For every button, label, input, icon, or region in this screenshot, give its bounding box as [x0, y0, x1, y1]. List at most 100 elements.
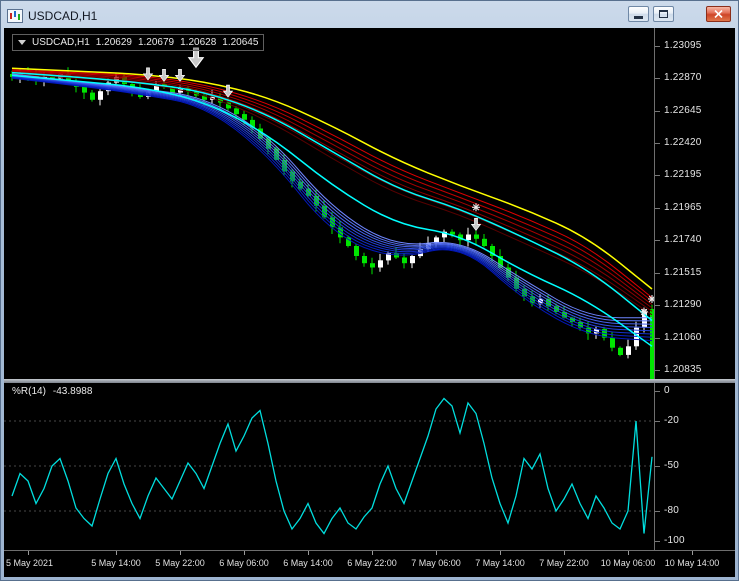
- quote-close: 1.20645: [222, 37, 259, 48]
- ohlc-quote-box[interactable]: USDCAD,H1 1.20629 1.20679 1.20628 1.2064…: [12, 34, 265, 51]
- price-scale-tick: [655, 208, 660, 209]
- time-axis-label: 7 May 06:00: [411, 558, 461, 568]
- window-title: USDCAD,H1: [28, 9, 98, 23]
- close-icon: [714, 10, 723, 18]
- time-axis-tick: [28, 551, 29, 555]
- wpr-scale-tick: [655, 391, 660, 392]
- time-axis-tick: [692, 551, 693, 555]
- wpr-indicator-value: -43.8988: [52, 386, 93, 397]
- star-marker[interactable]: [640, 307, 648, 316]
- maximize-icon: [659, 10, 668, 18]
- candle-body: [402, 257, 407, 264]
- wpr-scale-label: -50: [664, 460, 680, 471]
- quote-high: 1.20679: [137, 37, 175, 48]
- time-axis-label: 5 May 2021: [6, 558, 54, 568]
- star-marker[interactable]: [472, 203, 480, 212]
- guppy-short-blue-band-line: [11, 75, 653, 328]
- time-axis-label: 6 May 06:00: [219, 558, 269, 568]
- minimize-icon: [634, 16, 643, 19]
- maximize-button[interactable]: [653, 6, 674, 22]
- main-chart-panel[interactable]: USDCAD,H1 1.20629 1.20679 1.20628 1.2064…: [4, 28, 654, 379]
- price-scale-tick: [655, 305, 660, 306]
- guppy-long-red-band-line: [11, 72, 653, 312]
- panel-splitter[interactable]: [4, 379, 735, 383]
- candle-body: [90, 92, 95, 100]
- candle-body: [626, 346, 631, 355]
- wpr-scale-tick: [655, 421, 660, 422]
- price-scale-tick: [655, 273, 660, 274]
- candlestick-chart-icon: [7, 9, 23, 23]
- wpr-chart-canvas: [4, 397, 654, 535]
- time-axis[interactable]: 5 May 2021 5 May 14:00 5 May 22:00 6 May 06…: [4, 550, 735, 577]
- candle-body: [482, 238, 487, 246]
- price-scale-label: 1.22645: [664, 105, 702, 116]
- price-scale-label: 1.23095: [664, 40, 702, 51]
- time-axis-tick: [372, 551, 373, 555]
- candle-body: [98, 91, 103, 100]
- chart-window: USDCAD,H1 USDCAD,H1 1.20629 1.20679 1.20…: [0, 0, 739, 581]
- candle-body: [354, 246, 359, 256]
- close-button[interactable]: [706, 6, 731, 22]
- price-scale-label: 1.21740: [664, 234, 702, 245]
- quote-symbol: USDCAD,H1: [32, 37, 90, 48]
- price-scale-tick: [655, 111, 660, 112]
- price-scale-label: 1.22420: [664, 137, 702, 148]
- wpr-scale-label: 0: [664, 385, 670, 396]
- guppy-long-red-band-line: [11, 73, 653, 316]
- ema-mid-cyan-line: [11, 71, 653, 322]
- price-scale-label: 1.21290: [664, 299, 702, 310]
- price-scale-tick: [655, 143, 660, 144]
- guppy-long-red-band-line: [11, 70, 653, 302]
- guppy-long-red-band-line: [11, 71, 653, 309]
- candle-body: [378, 260, 383, 268]
- minimize-button[interactable]: [628, 6, 649, 22]
- guppy-short-blue-band-line: [11, 76, 653, 335]
- quote-open: 1.20629: [95, 37, 132, 48]
- price-scale-label: 1.21515: [664, 267, 702, 278]
- time-axis-label: 10 May 14:00: [664, 558, 720, 568]
- candle-body: [466, 234, 471, 241]
- ema-slow-yellow-line: [11, 67, 653, 290]
- time-axis-tick: [436, 551, 437, 555]
- candle-body: [370, 263, 375, 268]
- price-scale-label: 1.20835: [664, 364, 702, 375]
- chevron-down-icon: [18, 40, 26, 45]
- candle-body: [242, 114, 247, 120]
- price-scale-tick: [655, 370, 660, 371]
- price-scale-label: 1.22870: [664, 72, 702, 83]
- price-scale-tick: [655, 240, 660, 241]
- candle-body: [234, 108, 239, 115]
- time-axis-label: 10 May 06:00: [600, 558, 656, 568]
- window-controls: [615, 6, 735, 24]
- wpr-scale-label: -80: [664, 505, 680, 516]
- wpr-indicator-panel[interactable]: %R(14) -43.8988: [4, 383, 654, 550]
- guppy-short-blue-band-line: [11, 74, 653, 322]
- time-axis-tick: [244, 551, 245, 555]
- candle-body: [362, 256, 367, 264]
- price-scale-label: 1.21965: [664, 202, 702, 213]
- time-axis-label: 7 May 14:00: [475, 558, 525, 568]
- candle-body: [474, 234, 479, 239]
- wpr-indicator-label: %R(14) -43.8988: [12, 386, 92, 397]
- candle-body: [610, 337, 615, 348]
- price-scale-label: 1.22195: [664, 169, 702, 180]
- wpr-scale-label: -20: [664, 415, 680, 426]
- wpr-indicator-name: %R(14): [12, 386, 46, 397]
- candle-body: [410, 256, 415, 264]
- chart-client-area: USDCAD,H1 1.20629 1.20679 1.20628 1.2064…: [4, 28, 735, 577]
- price-scale-tick: [655, 46, 660, 47]
- price-scale[interactable]: 1.23095 1.22870 1.22645 1.22420 1.22195 1.219…: [654, 28, 735, 550]
- candle-body: [82, 86, 87, 93]
- titlebar[interactable]: USDCAD,H1: [4, 4, 735, 28]
- time-axis-tick: [180, 551, 181, 555]
- price-scale-tick: [655, 338, 660, 339]
- time-axis-tick: [116, 551, 117, 555]
- time-axis-label: 6 May 22:00: [347, 558, 397, 568]
- time-axis-label: 5 May 22:00: [155, 558, 205, 568]
- candle-body: [618, 347, 623, 355]
- time-axis-label: 5 May 14:00: [91, 558, 141, 568]
- price-scale-tick: [655, 78, 660, 79]
- guppy-long-red-band-line: [11, 70, 653, 305]
- time-axis-tick: [308, 551, 309, 555]
- wpr-scale-tick: [655, 541, 660, 542]
